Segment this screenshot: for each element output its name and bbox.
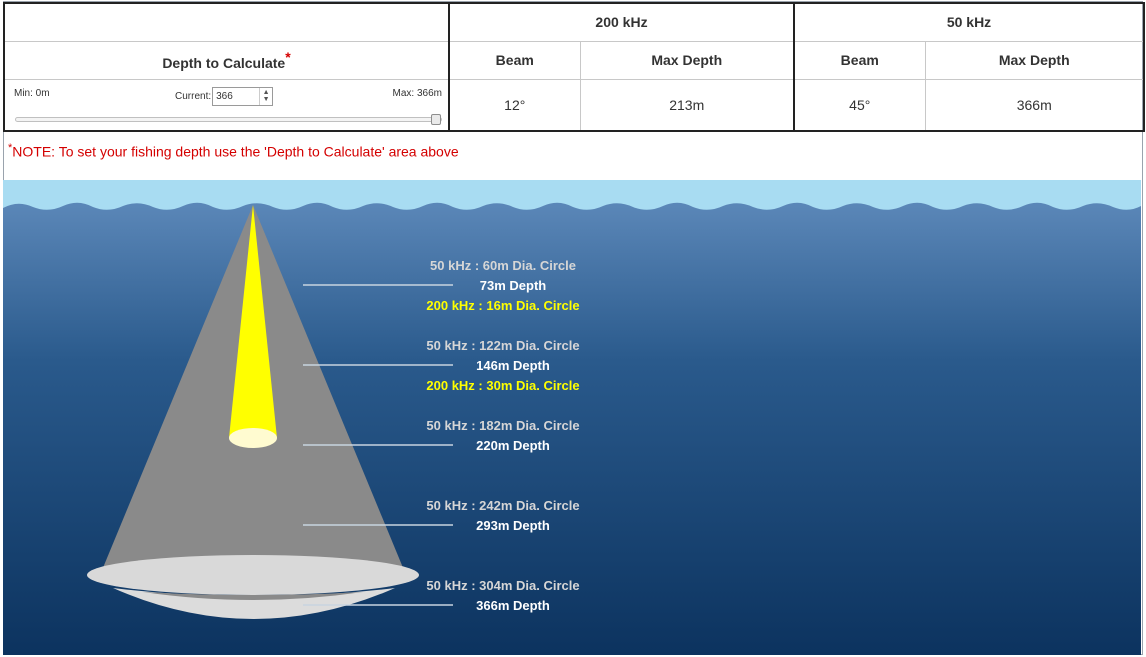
slider-current-label: Current: xyxy=(175,90,212,102)
freq-200-header: 200 kHz xyxy=(448,2,795,42)
depth-to-calculate-label: Depth to Calculate xyxy=(162,55,286,71)
frequency-header-row: 200 kHz 50 kHz xyxy=(3,2,1146,42)
beam-200khz-bottom-circle xyxy=(229,428,277,448)
beam-200-header: Beam xyxy=(448,40,581,80)
circle-50khz-label: 50 kHz : 304m Dia. Circle xyxy=(426,578,579,593)
values-row: Min: 0m Current: 366 ▲ ▼ Max: 366m 12° 2… xyxy=(3,78,1146,132)
slider-max-label: Max: 366m xyxy=(392,87,442,99)
chevron-up-icon[interactable]: ▲ xyxy=(263,89,270,96)
depth-label: 366m Depth xyxy=(476,598,550,613)
beam-50khz-bottom-circle xyxy=(87,555,419,595)
circle-50khz-label: 50 kHz : 242m Dia. Circle xyxy=(426,498,579,513)
circle-200khz-label: 200 kHz : 30m Dia. Circle xyxy=(426,378,579,393)
empty-header-cell xyxy=(3,2,450,42)
note-text: NOTE: To set your fishing depth use the … xyxy=(12,143,459,160)
depth-label: 146m Depth xyxy=(476,358,550,373)
circle-50khz-label: 50 kHz : 182m Dia. Circle xyxy=(426,418,579,433)
beam-50-value: 45° xyxy=(793,78,926,132)
depth-label: 73m Depth xyxy=(480,278,547,293)
sonar-beam-diagram: 50 kHz : 60m Dia. Circle 73m Depth 200 k… xyxy=(3,180,1141,655)
max-depth-200-header: Max Depth xyxy=(579,40,795,80)
circle-200khz-label: 200 kHz : 16m Dia. Circle xyxy=(426,298,579,313)
depth-slider-track[interactable] xyxy=(15,114,442,125)
circle-50khz-label: 50 kHz : 122m Dia. Circle xyxy=(426,338,579,353)
beam-200-value: 12° xyxy=(448,78,581,132)
spinner-arrows[interactable]: ▲ ▼ xyxy=(259,87,272,105)
max-depth-200-value: 213m xyxy=(579,78,795,132)
max-depth-50-value: 366m xyxy=(924,78,1146,132)
depth-number-input[interactable]: 366 ▲ ▼ xyxy=(212,86,274,106)
fishing-depth-note: *NOTE: To set your fishing depth use the… xyxy=(8,142,459,160)
circle-50khz-label: 50 kHz : 60m Dia. Circle xyxy=(430,258,576,273)
column-header-row: Depth to Calculate* Beam Max Depth Beam … xyxy=(3,40,1146,80)
slider-min-label: Min: 0m xyxy=(14,87,50,99)
sonar-spec-table: 200 kHz 50 kHz Depth to Calculate* Beam … xyxy=(3,2,1146,132)
depth-label: 220m Depth xyxy=(476,438,550,453)
slider-current: Current: 366 ▲ ▼ xyxy=(175,86,274,106)
depth-label: 293m Depth xyxy=(476,518,550,533)
depth-to-calculate-header: Depth to Calculate* xyxy=(3,40,450,80)
required-marker: * xyxy=(285,49,291,65)
beam-50-header: Beam xyxy=(793,40,926,80)
max-depth-50-header: Max Depth xyxy=(924,40,1146,80)
depth-number-value: 366 xyxy=(216,90,233,102)
depth-slider-thumb[interactable] xyxy=(431,114,441,125)
depth-slider-cell: Min: 0m Current: 366 ▲ ▼ Max: 366m xyxy=(3,78,450,132)
chevron-down-icon[interactable]: ▼ xyxy=(263,96,270,103)
freq-50-header: 50 kHz xyxy=(792,2,1146,42)
